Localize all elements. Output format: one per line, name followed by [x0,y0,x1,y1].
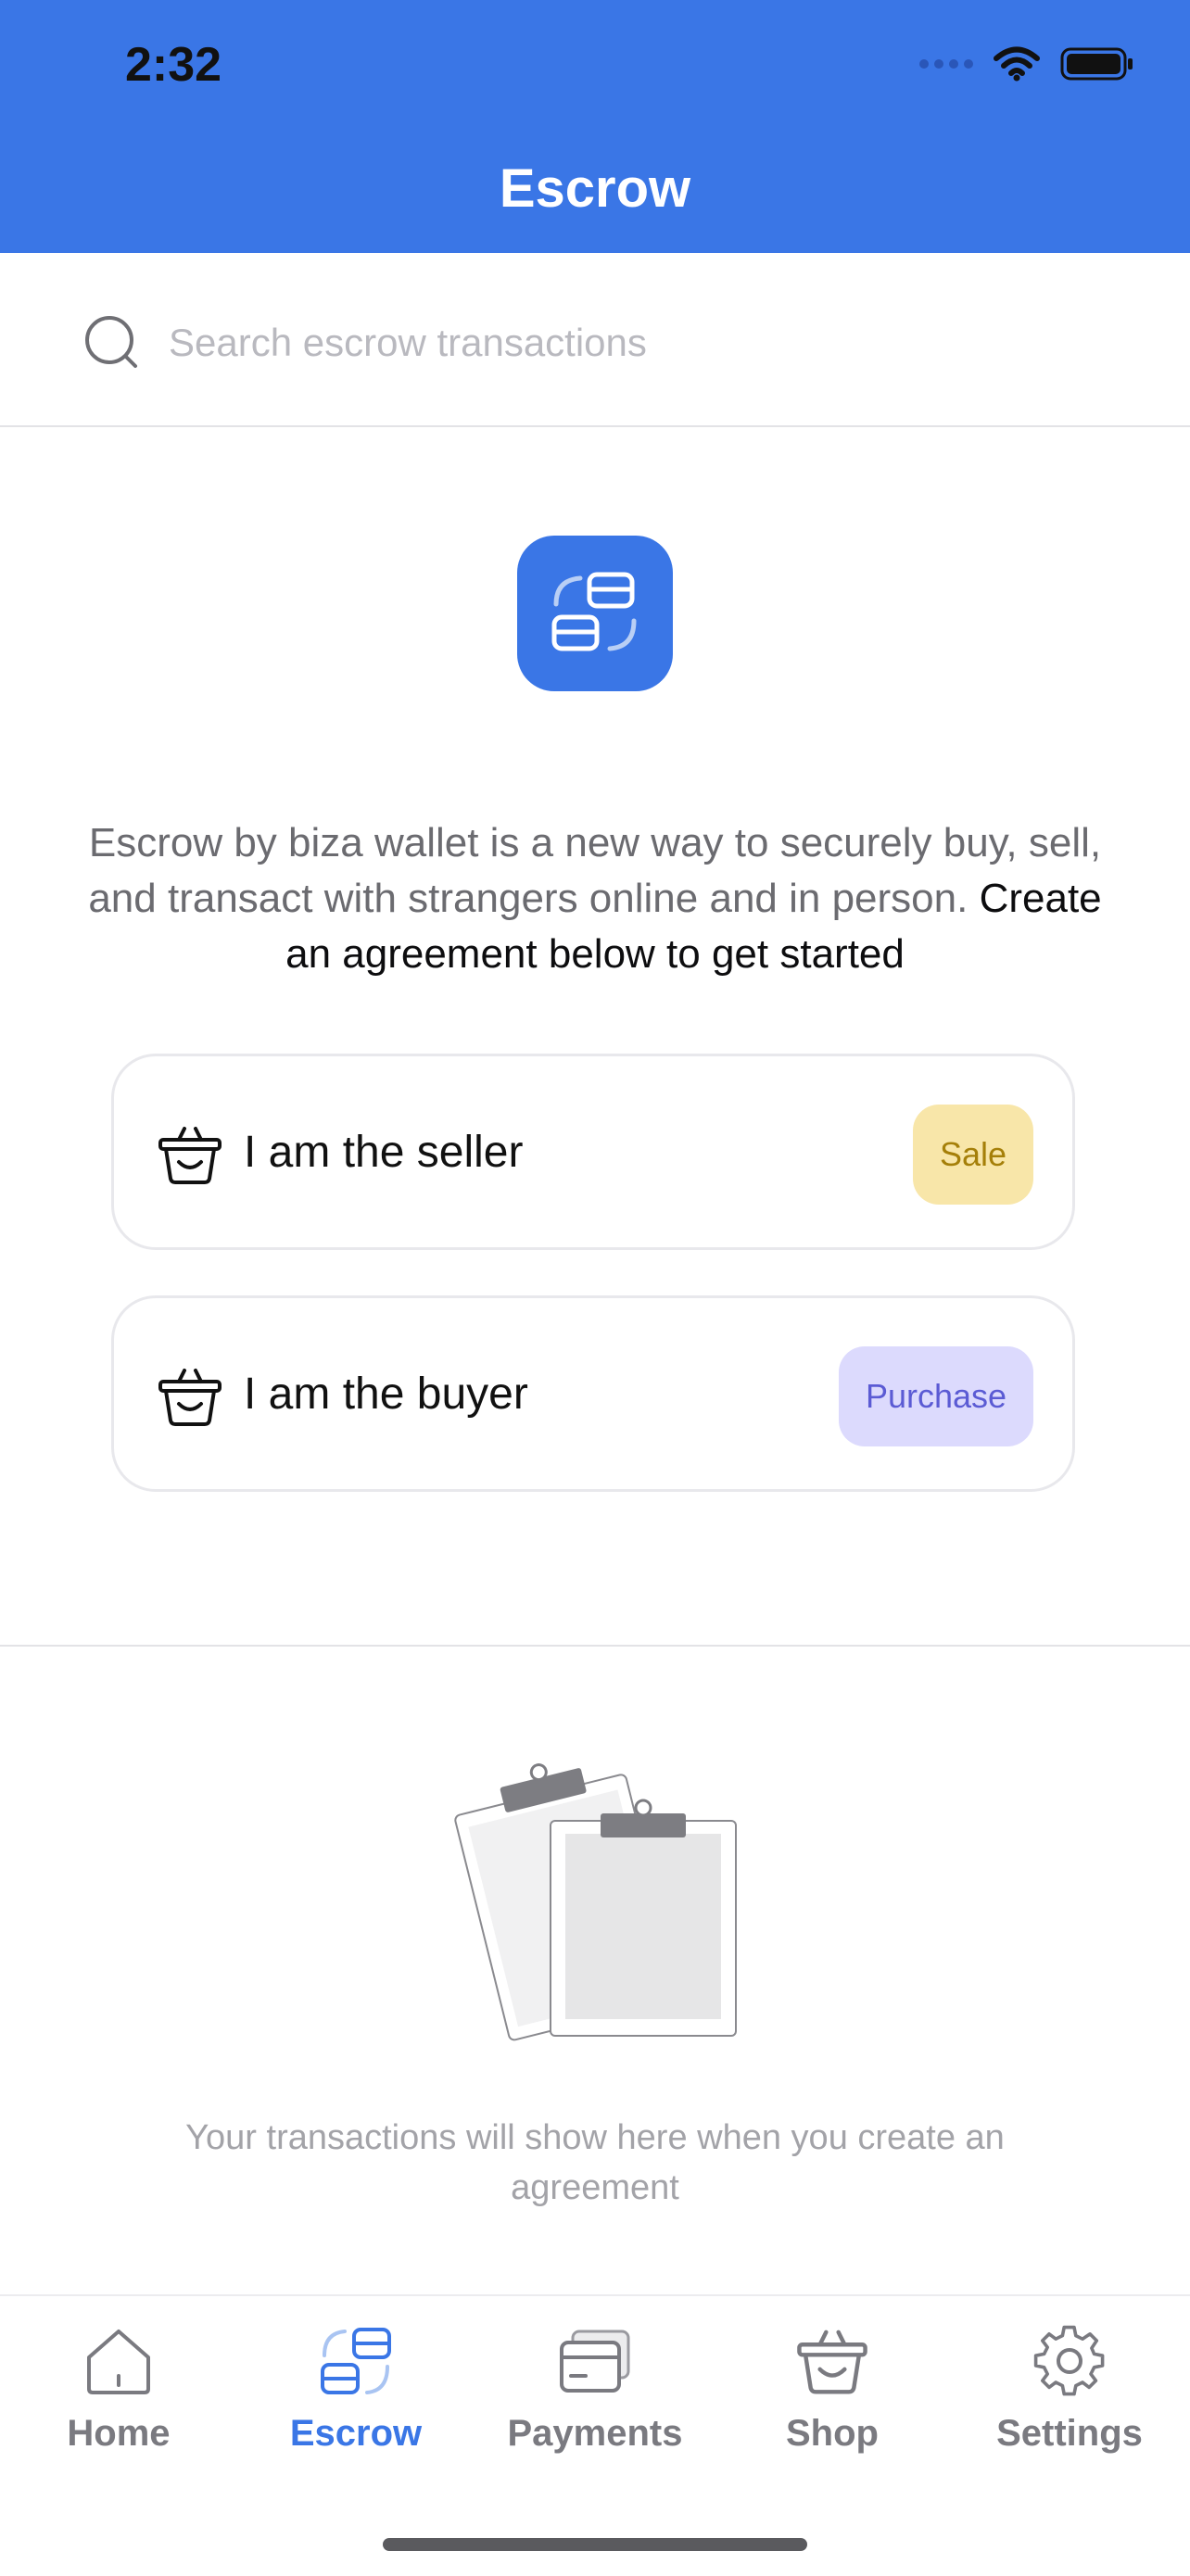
tab-shop[interactable]: Shop [730,2324,934,2472]
escrow-logo [517,536,673,691]
clipboards-illustration [454,1763,737,2041]
tab-settings[interactable]: Settings [968,2324,1171,2472]
search-bar [0,253,1190,427]
search-icon [85,316,137,368]
home-icon [87,2330,150,2394]
buyer-label: I am the buyer [244,1370,528,1419]
status-time: 2:32 [125,38,222,92]
buyer-option-card[interactable]: I am the buyer Purchase [111,1295,1075,1492]
seller-label: I am the seller [244,1128,524,1177]
basket-icon [158,1369,222,1426]
app-header: 2:32 Escrow [0,0,1190,253]
battery-icon [1060,47,1133,81]
wifi-icon [994,46,1040,82]
empty-state-text: Your transactions will show here when yo… [185,2118,1005,2207]
purchase-badge: Purchase [839,1346,1033,1446]
card-icon [560,2330,630,2393]
tab-home[interactable]: Home [17,2324,221,2472]
tab-payments[interactable]: Payments [493,2324,697,2472]
gear-icon [1033,2325,1105,2396]
tab-shop-label: Shop [786,2413,879,2454]
basket-icon [797,2330,867,2394]
intro-text: Escrow by biza wallet is a new way to se… [74,815,1116,982]
section-divider [0,1645,1190,1647]
tab-bar: Home Escrow Payments Shop Settings [0,2294,1190,2576]
escrow-icon [551,572,637,651]
basket-icon [158,1127,222,1184]
sale-badge: Sale [913,1105,1033,1205]
intro-description: Escrow by biza wallet is a new way to se… [88,820,1102,921]
tab-settings-label: Settings [996,2413,1143,2454]
cellular-signal-icon [919,59,973,69]
tab-home-label: Home [67,2413,171,2454]
search-input[interactable] [167,309,1097,377]
status-icons [919,41,1134,87]
tab-payments-label: Payments [507,2413,683,2454]
seller-option-card[interactable]: I am the seller Sale [111,1054,1075,1250]
escrow-icon [321,2328,391,2394]
tab-escrow[interactable]: Escrow [254,2324,458,2472]
home-indicator [383,2538,807,2551]
tab-escrow-label: Escrow [289,2413,423,2454]
page-title: Escrow [499,158,691,219]
